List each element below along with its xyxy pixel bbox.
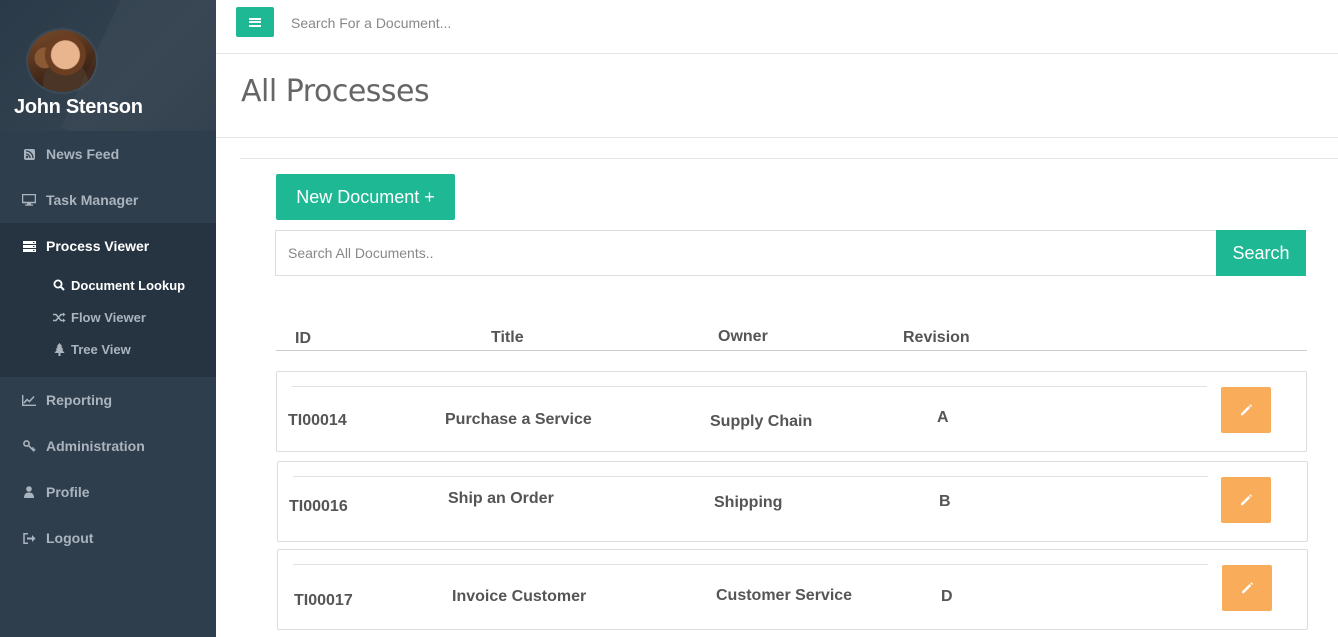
content-divider	[240, 158, 1338, 159]
sidebar-group-process-viewer: Process Viewer Document Lookup Flow View…	[0, 223, 216, 377]
document-search-bar: Search	[275, 230, 1306, 276]
tree-icon	[52, 342, 66, 356]
new-document-button[interactable]: New Document +	[276, 174, 455, 220]
pencil-icon	[1242, 582, 1254, 594]
row-title: Ship an Order	[448, 490, 554, 507]
sidebar-subitem-document-lookup[interactable]: Document Lookup	[0, 269, 216, 301]
pencil-icon	[1241, 404, 1253, 416]
user-icon	[20, 486, 38, 498]
sidebar-item-label: Task Manager	[46, 192, 139, 208]
sidebar-item-administration[interactable]: Administration	[0, 423, 216, 469]
edit-button[interactable]	[1221, 387, 1271, 433]
sidebar-item-profile[interactable]: Profile	[0, 469, 216, 515]
row-revision: D	[941, 588, 953, 605]
profile-name: John Stenson	[14, 96, 143, 118]
sidebar-item-label: Process Viewer	[46, 238, 150, 254]
sidebar-subitem-tree-view[interactable]: Tree View	[0, 333, 216, 365]
row-title: Invoice Customer	[452, 588, 587, 605]
row-divider	[293, 564, 1208, 565]
menu-toggle-button[interactable]	[236, 7, 274, 37]
row-owner: Shipping	[714, 494, 783, 511]
random-icon	[52, 312, 66, 323]
row-id: TI00014	[288, 412, 347, 429]
column-header-id: ID	[295, 330, 311, 347]
server-icon	[20, 240, 38, 252]
sidebar-item-label: Reporting	[46, 392, 113, 408]
sidebar-item-label: Logout	[46, 530, 94, 546]
edit-button[interactable]	[1222, 565, 1272, 611]
column-header-owner: Owner	[718, 328, 768, 345]
row-owner: Customer Service	[716, 587, 853, 604]
sidebar-subitem-label: Tree View	[71, 341, 131, 357]
row-id: TI00016	[289, 498, 348, 515]
page-title: All Processes	[241, 74, 430, 109]
search-icon	[52, 279, 66, 291]
search-button[interactable]: Search	[1216, 230, 1306, 276]
sidebar-item-reporting[interactable]: Reporting	[0, 377, 216, 423]
sign-out-icon	[20, 532, 38, 544]
sidebar-subitem-flow-viewer[interactable]: Flow Viewer	[0, 301, 216, 333]
pencil-icon	[1241, 494, 1253, 506]
sidebar-nav: News Feed Task Manager Process Viewer Do…	[0, 131, 216, 561]
avatar[interactable]	[26, 28, 98, 94]
row-revision: A	[937, 409, 949, 426]
sidebar-subitem-label: Document Lookup	[71, 277, 186, 293]
sidebar-subitem-label: Flow Viewer	[71, 309, 146, 325]
row-divider	[293, 476, 1208, 477]
line-chart-icon	[20, 394, 38, 406]
table-row: TI00016 Ship an Order Shipping B	[277, 461, 1308, 542]
hamburger-icon	[249, 17, 261, 27]
page-header: All Processes	[216, 54, 1338, 138]
table-row: TI00017 Invoice Customer Customer Servic…	[277, 549, 1308, 630]
row-divider	[292, 386, 1207, 387]
document-search-input[interactable]	[275, 230, 1216, 276]
table-row: TI00014 Purchase a Service Supply Chain …	[276, 371, 1307, 452]
table-header-divider	[276, 350, 1307, 351]
column-header-title: Title	[491, 329, 524, 346]
row-title: Purchase a Service	[445, 411, 592, 428]
edit-button[interactable]	[1221, 477, 1271, 523]
desktop-icon	[20, 194, 38, 206]
key-icon	[20, 440, 38, 452]
sidebar-item-task-manager[interactable]: Task Manager	[0, 177, 216, 223]
sidebar-item-label: News Feed	[46, 146, 120, 162]
sidebar-item-news-feed[interactable]: News Feed	[0, 131, 216, 177]
rss-icon	[20, 148, 38, 160]
sidebar: John Stenson News Feed Task Manager Proc…	[0, 0, 216, 637]
sidebar-item-process-viewer[interactable]: Process Viewer	[0, 223, 216, 269]
row-owner: Supply Chain	[710, 413, 813, 430]
sidebar-item-label: Administration	[46, 438, 145, 454]
column-header-revision: Revision	[903, 329, 970, 346]
row-revision: B	[939, 493, 951, 510]
top-bar	[216, 0, 1338, 54]
row-id: TI00017	[294, 592, 353, 609]
profile-panel: John Stenson	[0, 0, 216, 131]
sidebar-item-logout[interactable]: Logout	[0, 515, 216, 561]
sidebar-item-label: Profile	[46, 484, 90, 500]
top-search-input[interactable]	[280, 8, 700, 38]
